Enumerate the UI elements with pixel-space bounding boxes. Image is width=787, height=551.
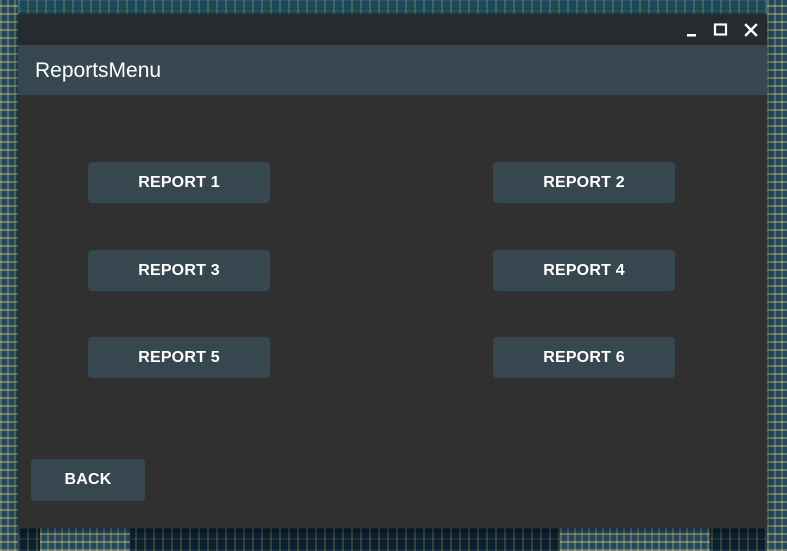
close-icon[interactable] (741, 20, 761, 40)
maximize-icon[interactable] (711, 20, 731, 40)
report-2-button[interactable]: REPORT 2 (493, 162, 675, 203)
report-6-button[interactable]: REPORT 6 (493, 337, 675, 378)
back-button[interactable]: BACK (31, 459, 145, 501)
wallpaper-building (767, 0, 787, 551)
report-5-button[interactable]: REPORT 5 (88, 337, 270, 378)
reports-menu-window: ReportsMenu REPORT 1 REPORT 2 REPORT 3 R… (18, 14, 767, 528)
window-titlebar[interactable] (18, 14, 767, 45)
wallpaper-building (560, 528, 710, 551)
wallpaper-building (40, 528, 130, 551)
report-3-button[interactable]: REPORT 3 (88, 250, 270, 291)
minimize-icon[interactable] (682, 20, 702, 40)
page-title: ReportsMenu (35, 59, 162, 82)
report-1-button[interactable]: REPORT 1 (88, 162, 270, 203)
app-header: ReportsMenu (18, 45, 767, 95)
wallpaper-building (0, 0, 18, 551)
report-4-button[interactable]: REPORT 4 (493, 250, 675, 291)
